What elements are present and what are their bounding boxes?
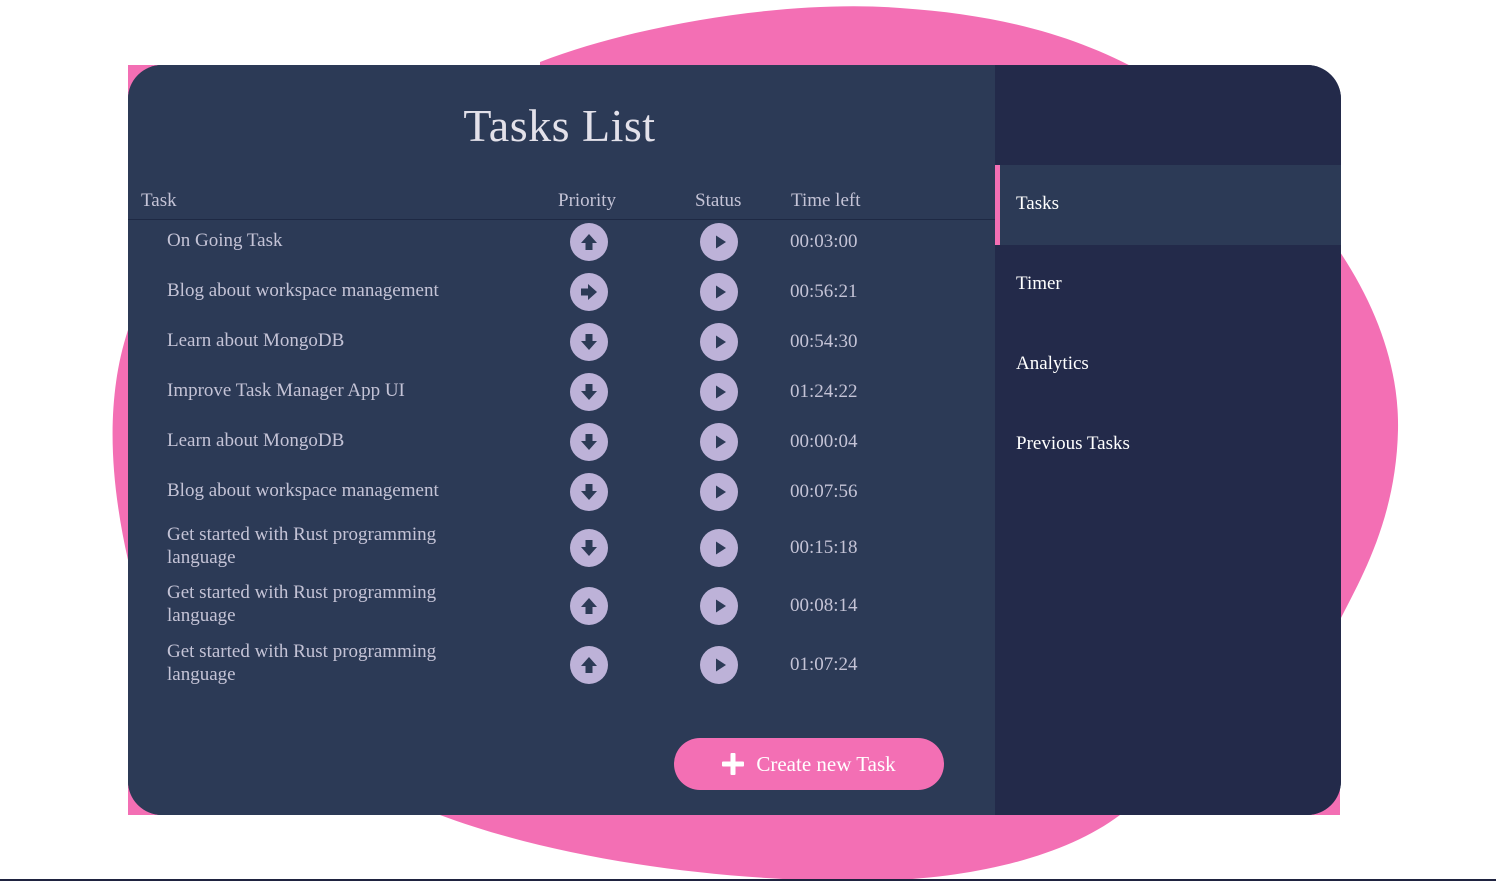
task-name: Get started with Rust programming langua… (167, 582, 437, 626)
status-play-icon-button[interactable] (700, 423, 738, 461)
table-header: Task Priority Status Time left (128, 185, 995, 220)
priority-arrow-down-icon (570, 473, 608, 511)
status-play-icon-button[interactable] (700, 273, 738, 311)
time-left: 00:03:00 (790, 231, 858, 252)
task-name: Get started with Rust programming langua… (167, 524, 437, 568)
priority-arrow-right-icon (570, 273, 608, 311)
task-name: Improve Task Manager App UI (167, 380, 405, 401)
task-row: On Going Task 00:03:00 (128, 221, 995, 261)
sidebar-item-tasks[interactable]: Tasks (995, 165, 1341, 245)
page-title: Tasks List (463, 100, 656, 151)
sidebar-item-analytics[interactable]: Analytics (995, 325, 1341, 405)
priority-arrow-down-icon (570, 323, 608, 361)
priority-arrow-up-icon (570, 646, 608, 684)
status-play-icon-button[interactable] (700, 646, 738, 684)
time-left: 00:56:21 (790, 281, 858, 302)
sidebar-item-timer[interactable]: Timer (995, 245, 1341, 325)
time-left: 00:54:30 (790, 331, 858, 352)
time-left: 00:00:04 (790, 431, 858, 452)
sidebar-item-label: Timer (1016, 273, 1062, 294)
task-row: Blog about workspace management 00:07:56 (128, 471, 995, 511)
task-name: Blog about workspace management (167, 480, 439, 501)
priority-arrow-up-icon (570, 223, 608, 261)
status-play-icon-button[interactable] (700, 223, 738, 261)
task-row: Blog about workspace management 00:56:21 (128, 271, 995, 311)
task-row: Get started with Rust programming langua… (128, 524, 995, 570)
task-row: Get started with Rust programming langua… (128, 582, 995, 628)
sidebar-item-label: Previous Tasks (1016, 433, 1130, 454)
status-play-icon-button[interactable] (700, 587, 738, 625)
task-name: Get started with Rust programming langua… (167, 641, 437, 685)
task-name: Learn about MongoDB (167, 430, 345, 451)
task-row: Get started with Rust programming langua… (128, 641, 995, 687)
create-task-button[interactable]: Create new Task (674, 738, 944, 790)
header-time-left: Time left (791, 190, 861, 211)
time-left: 00:07:56 (790, 481, 858, 502)
time-left: 00:08:14 (790, 595, 858, 616)
status-play-icon-button[interactable] (700, 529, 738, 567)
task-name: Learn about MongoDB (167, 330, 345, 351)
create-task-label: Create new Task (756, 751, 896, 776)
task-name: Blog about workspace management (167, 280, 439, 301)
tasks-panel: Tasks List Task Priority Status Time lef… (128, 65, 995, 815)
status-play-icon-button[interactable] (700, 323, 738, 361)
status-play-icon-button[interactable] (700, 373, 738, 411)
task-name: On Going Task (167, 230, 283, 251)
sidebar-item-label: Tasks (1016, 193, 1060, 214)
time-left: 01:07:24 (790, 654, 858, 675)
app-stage: Tasks List Task Priority Status Time lef… (0, 0, 1496, 881)
sidebar: Tasks Timer Analytics Previous Tasks (995, 65, 1341, 815)
priority-arrow-down-icon (570, 529, 608, 567)
task-row: Learn about MongoDB 00:54:30 (128, 321, 995, 361)
plus-icon (722, 753, 745, 775)
task-row: Learn about MongoDB 00:00:04 (128, 421, 995, 461)
sidebar-item-previous-tasks[interactable]: Previous Tasks (995, 405, 1341, 485)
task-row: Improve Task Manager App UI 01:24:22 (128, 371, 995, 411)
sidebar-item-label: Analytics (1016, 353, 1089, 374)
header-priority: Priority (558, 190, 617, 211)
time-left: 01:24:22 (790, 381, 858, 402)
time-left: 00:15:18 (790, 537, 858, 558)
status-play-icon-button[interactable] (700, 473, 738, 511)
header-task: Task (141, 190, 177, 211)
header-status: Status (695, 190, 742, 211)
priority-arrow-up-icon (570, 587, 608, 625)
priority-arrow-down-icon (570, 373, 608, 411)
priority-arrow-down-icon (570, 423, 608, 461)
task-manager-card: Tasks List Task Priority Status Time lef… (128, 65, 1341, 815)
